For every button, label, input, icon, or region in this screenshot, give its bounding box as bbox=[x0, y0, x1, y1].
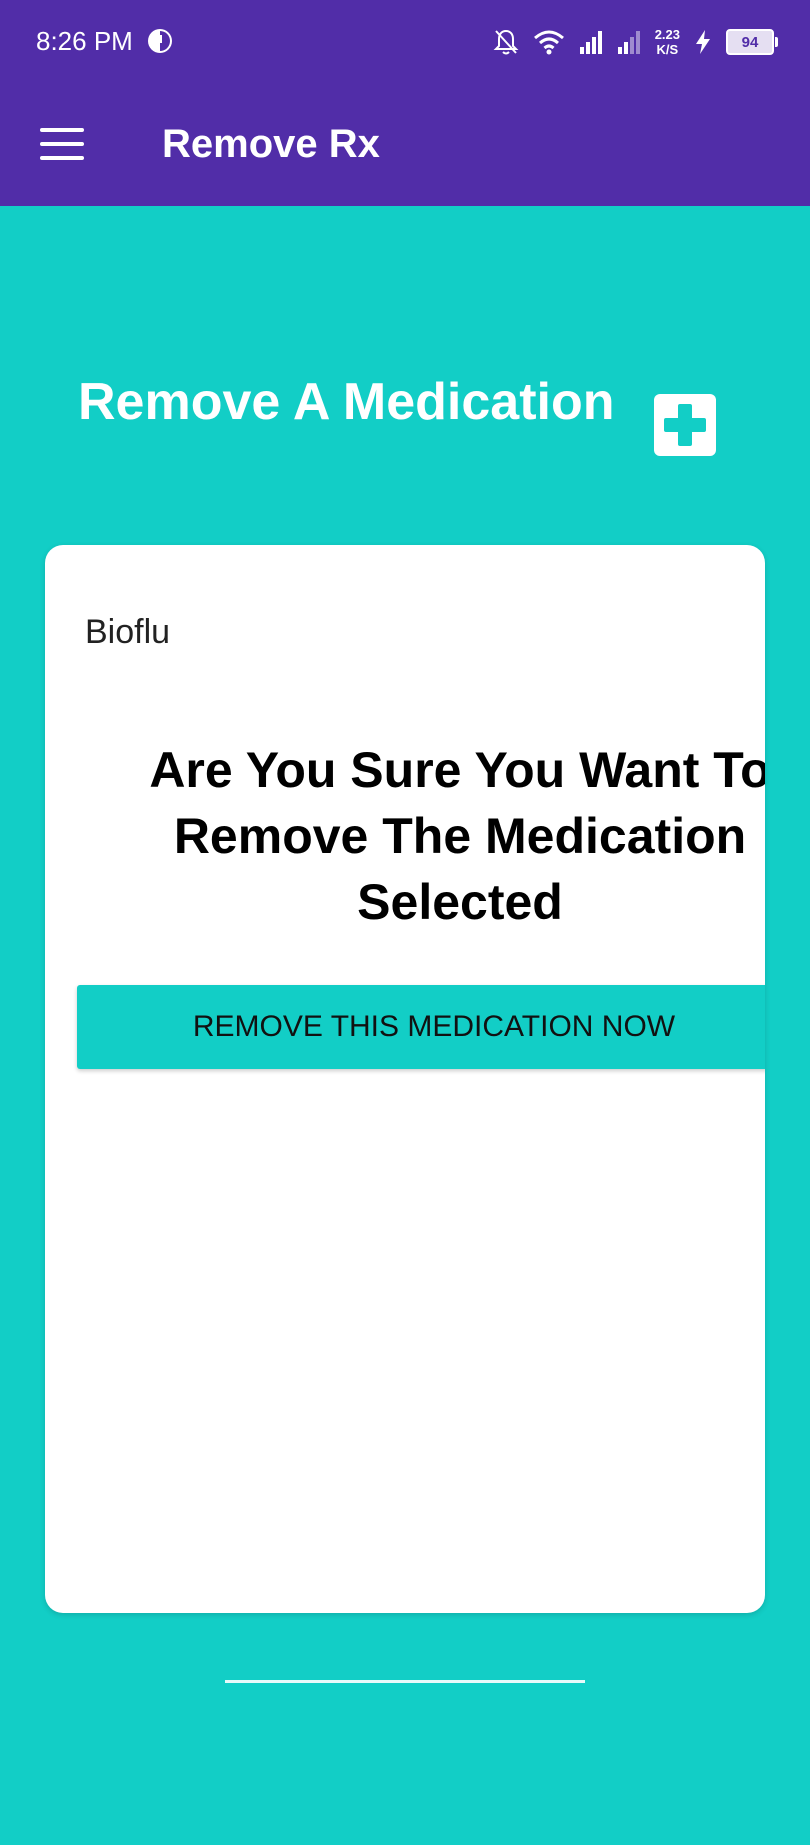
remove-medication-button[interactable]: REMOVE THIS MEDICATION NOW bbox=[77, 985, 765, 1069]
signal-icon bbox=[617, 31, 640, 54]
charging-icon bbox=[696, 30, 710, 54]
app-bar-title: Remove Rx bbox=[162, 122, 380, 166]
notification-off-icon bbox=[493, 29, 519, 55]
confirmation-message: Are You Sure You Want To Remove The Medi… bbox=[149, 742, 765, 930]
network-speed: 2.23 K/S bbox=[655, 27, 680, 57]
medication-name: Bioflu bbox=[85, 613, 171, 651]
app-clock-icon bbox=[148, 29, 172, 53]
battery-level: 94 bbox=[741, 33, 759, 51]
hamburger-menu-icon[interactable] bbox=[40, 126, 86, 162]
medication-card: Bioflu Are You Sure You Want To Remove T… bbox=[45, 545, 765, 1613]
status-icons: 2.23 K/S 94 bbox=[493, 22, 778, 62]
status-time: 8:26 PM bbox=[36, 26, 133, 56]
network-speed-value: 2.23 bbox=[654, 27, 680, 42]
navigation-gesture-bar[interactable] bbox=[225, 1680, 585, 1683]
app-bar: Remove Rx bbox=[0, 82, 810, 206]
plus-icon[interactable] bbox=[654, 394, 716, 456]
wifi-icon bbox=[533, 30, 564, 55]
battery-icon: 94 bbox=[726, 29, 778, 55]
network-speed-unit: K/S bbox=[656, 42, 679, 57]
page-title: Remove A Medication bbox=[78, 373, 615, 431]
status-bar: 8:26 PM 2.23 K/S 94 bbox=[0, 0, 810, 82]
signal-icon bbox=[579, 31, 602, 54]
